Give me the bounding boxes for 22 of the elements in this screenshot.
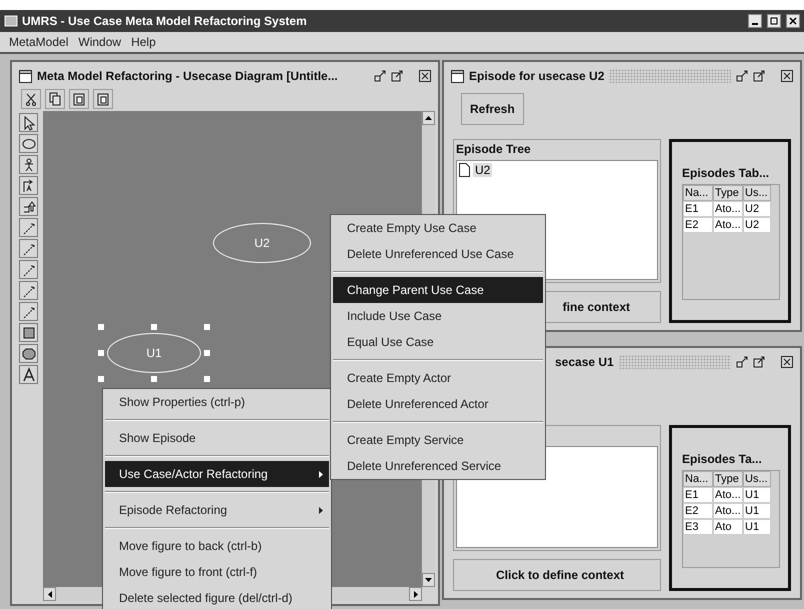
table-cell: Ato... bbox=[713, 201, 743, 217]
table-cell: E1 bbox=[683, 487, 713, 503]
table-cell: U1 bbox=[743, 487, 771, 503]
panel-title: Episodes Ta... bbox=[682, 452, 763, 466]
table-cell: E3 bbox=[683, 519, 713, 535]
table-cell: Ato... bbox=[713, 217, 743, 233]
table-cell: U1 bbox=[743, 519, 771, 535]
table-cell: E1 bbox=[683, 201, 713, 217]
table-cell: U2 bbox=[743, 217, 771, 233]
table-cell: Ato... bbox=[713, 487, 743, 503]
table-cell: U2 bbox=[743, 201, 771, 217]
window-title: UMRS - Use Case Meta Model Refactoring System bbox=[22, 14, 308, 28]
panel-title: Episodes Tab... bbox=[682, 166, 770, 180]
table-cell: Ato bbox=[713, 519, 743, 535]
table-cell: Ato... bbox=[713, 503, 743, 519]
table-cell: U1 bbox=[743, 503, 771, 519]
window-title: Episode for usecase U2 bbox=[469, 69, 604, 83]
window-title: secase U1 bbox=[554, 355, 614, 369]
window-title: Meta Model Refactoring - Usecase Diagram [Untitle... bbox=[37, 69, 338, 83]
table-cell: E2 bbox=[683, 503, 713, 519]
panel-title: Episode Tree bbox=[456, 142, 532, 158]
table-cell: E2 bbox=[683, 217, 713, 233]
